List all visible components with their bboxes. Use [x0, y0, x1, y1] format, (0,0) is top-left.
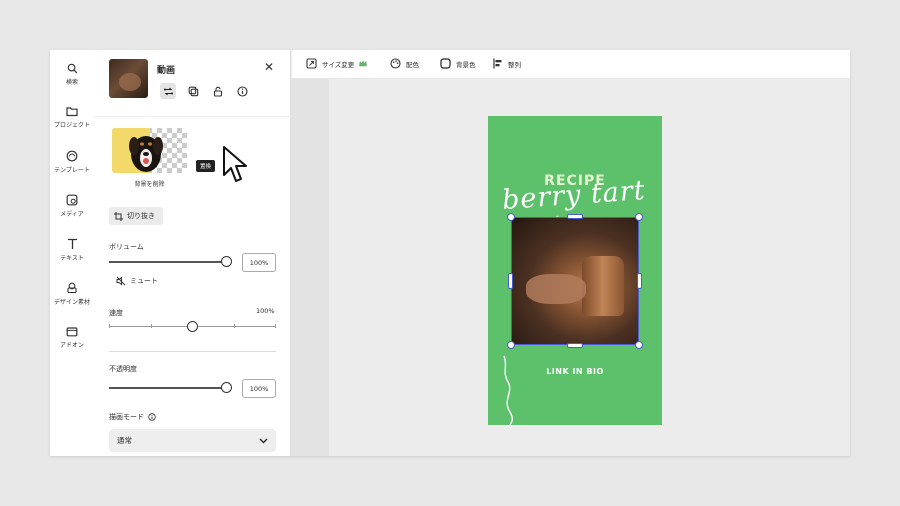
rail-item-search[interactable]: 検索 [50, 63, 94, 86]
panel-title: 動画 [157, 66, 176, 76]
potter-hand [526, 274, 586, 304]
resize-handle-top[interactable] [567, 214, 583, 219]
resize-label: サイズ変更 [322, 60, 355, 69]
design-assets-icon [67, 282, 77, 294]
remove-background-card[interactable] [112, 128, 187, 173]
palette-icon [390, 58, 401, 69]
rail-item-label: プロジェクト [53, 122, 90, 129]
opacity-value-field[interactable]: 100% [242, 379, 276, 398]
crop-label: 切り抜き [127, 212, 155, 220]
rail-item-label: アドオン [59, 342, 84, 349]
speed-tick [275, 324, 276, 328]
volume-slider-track[interactable] [109, 261, 226, 263]
color-scheme-button[interactable]: 配色 [390, 58, 419, 69]
blend-mode-text: 描画モード [109, 413, 144, 421]
lock-icon[interactable] [210, 83, 226, 99]
volume-value-field[interactable]: 100% [242, 253, 276, 272]
dog-image [129, 136, 163, 172]
speed-tick [109, 324, 110, 328]
rail-item-addons[interactable]: アドオン [50, 326, 94, 349]
resize-handle-right[interactable] [637, 273, 642, 289]
duplicate-icon[interactable] [185, 83, 201, 99]
rail-item-label: テンプレート [54, 167, 90, 174]
color-scheme-label: 配色 [406, 60, 419, 69]
resize-button[interactable]: サイズ変更 [306, 58, 368, 69]
rail-item-media[interactable]: メディア [50, 194, 94, 218]
folder-icon [66, 107, 78, 117]
design-artboard[interactable]: RECIPE berry tart LINK IN BIO [488, 116, 662, 425]
panel-divider [94, 116, 291, 117]
link-in-bio-text[interactable]: LINK IN BIO [488, 367, 662, 376]
arrange-button[interactable]: 整列 [493, 58, 521, 69]
addon-icon [66, 327, 78, 337]
align-left-icon [493, 58, 502, 69]
resize-handle-bottom-left[interactable] [507, 341, 515, 349]
rail-item-label: メディア [60, 211, 84, 218]
crop-button[interactable]: 切り抜き [109, 207, 163, 225]
resize-handle-left[interactable] [508, 273, 513, 289]
blend-mode-select[interactable]: 通常 [109, 429, 276, 452]
search-icon [67, 63, 77, 74]
background-color-label: 背景色 [456, 60, 476, 69]
video-thumbnail [109, 59, 148, 98]
background-color-swatch-icon [440, 58, 451, 69]
blend-mode-label: 描画モード [109, 412, 156, 422]
mute-button[interactable]: ミュート [116, 276, 158, 286]
rail-item-label: テキスト [60, 255, 84, 262]
properties-panel: 動画 ✕ 置換 背景を削除 切り抜き ボリューム 100% ミュート 速度 10… [94, 50, 291, 456]
rail-item-design-assets[interactable]: デザイン素材 [50, 282, 94, 306]
resize-handle-bottom[interactable] [567, 343, 583, 348]
resize-handle-bottom-right[interactable] [635, 341, 643, 349]
media-icon [66, 194, 78, 206]
crop-icon [114, 211, 123, 221]
premium-crown-icon [359, 60, 368, 67]
app-window: 検索 プロジェクト テンプレート メディア テキスト デザイン素材 アドオン 動… [50, 50, 850, 456]
volume-label: ボリューム [109, 243, 144, 251]
top-toolbar: サイズ変更 配色 背景色 整列 [292, 50, 850, 79]
speed-slider-knob[interactable] [187, 321, 198, 332]
speed-label: 速度 [109, 309, 123, 317]
rail-item-text[interactable]: テキスト [50, 238, 94, 262]
speed-value: 100% [256, 307, 275, 315]
canvas-gutter [291, 79, 329, 456]
text-icon [67, 238, 77, 249]
close-icon[interactable]: ✕ [264, 61, 274, 73]
resize-handle-top-right[interactable] [635, 213, 643, 221]
mouse-cursor-icon [223, 146, 247, 182]
opacity-label: 不透明度 [109, 365, 137, 373]
volume-slider-knob[interactable] [220, 256, 232, 267]
remove-background-label: 背景を削除 [134, 181, 165, 188]
replace-icon[interactable] [160, 83, 176, 99]
resize-handle-top-left[interactable] [507, 213, 515, 221]
section-divider [109, 351, 276, 352]
rail-item-label: 検索 [65, 79, 78, 86]
background-color-button[interactable]: 背景色 [440, 58, 476, 69]
opacity-slider-knob[interactable] [220, 382, 232, 393]
speed-tick [151, 324, 152, 328]
pottery-vase [582, 256, 624, 316]
template-icon [66, 150, 78, 162]
speed-tick [234, 324, 235, 328]
replace-tooltip: 置換 [196, 160, 216, 172]
rail-item-label: デザイン素材 [53, 299, 90, 306]
left-rail: 検索 プロジェクト テンプレート メディア テキスト デザイン素材 アドオン [50, 50, 94, 456]
resize-icon [306, 58, 317, 69]
info-icon[interactable] [234, 83, 250, 99]
muted-speaker-icon [116, 276, 126, 286]
opacity-slider-track[interactable] [109, 387, 226, 389]
mute-label: ミュート [130, 277, 158, 285]
blend-mode-value: 通常 [117, 436, 132, 445]
arrange-label: 整列 [508, 60, 521, 69]
info-icon[interactable] [148, 413, 156, 421]
rail-item-projects[interactable]: プロジェクト [50, 106, 94, 129]
rail-item-templates[interactable]: テンプレート [50, 150, 94, 174]
pottery-video[interactable] [511, 217, 639, 345]
chevron-down-icon [259, 438, 268, 443]
